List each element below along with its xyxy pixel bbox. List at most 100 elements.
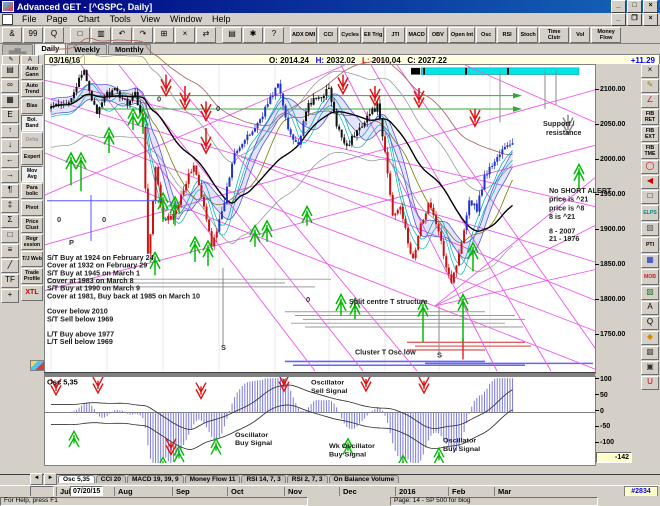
eraser-icon[interactable]: ▨ (641, 222, 659, 236)
study-button-rsi[interactable]: RSI (497, 26, 518, 43)
study-button-osc[interactable]: Osc (476, 26, 497, 43)
menu-help[interactable]: Help (207, 14, 236, 24)
study-tab-rsi-14-7-3[interactable]: RSI 14, 7, 3 (241, 475, 286, 483)
study-tool-auto-gann[interactable]: Auto Gann (21, 64, 43, 80)
study-tab-on-balance-volume[interactable]: On Balance Volume (328, 475, 400, 483)
new-chart-icon[interactable]: □ (70, 26, 90, 43)
scan-icon[interactable]: & (2, 26, 22, 43)
study-tool-price-clust[interactable]: Price Clust (21, 217, 43, 233)
cross-icon[interactable]: + (1, 289, 19, 303)
magnifier-icon[interactable]: Q (641, 316, 659, 330)
menu-page[interactable]: Page (42, 14, 73, 24)
elliott-icon[interactable]: E (1, 109, 19, 123)
delete-chart-icon[interactable]: × (175, 26, 195, 43)
menu-file[interactable]: File (17, 14, 42, 24)
arrow-left-icon[interactable]: ← (1, 154, 19, 168)
pattern-icon[interactable]: ▩ (641, 346, 659, 360)
tab-scroll-left-icon[interactable]: ◄ (30, 473, 43, 485)
swap-chart-icon[interactable]: ⇄ (196, 26, 216, 43)
box-icon[interactable]: □ (1, 229, 19, 243)
fib-ext-button[interactable]: FIB EXT (641, 126, 659, 142)
study-button-time-clstr[interactable]: Time Clstr (539, 26, 570, 43)
auto-study-icon[interactable]: ▦ (1, 94, 19, 108)
trendline-icon[interactable]: ╱ (1, 259, 19, 273)
copy-chart-icon[interactable]: ⊞ (154, 26, 174, 43)
pencil-icon[interactable]: ✎ (641, 79, 659, 93)
minimize-button[interactable]: _ (611, 0, 626, 13)
menu-chart[interactable]: Chart (73, 14, 105, 24)
study-button-vol[interactable]: Vol (570, 26, 591, 43)
study-button-obv[interactable]: OBV (427, 26, 448, 43)
tab-scroll-right-icon[interactable]: ► (44, 473, 57, 485)
study-tool-expert[interactable]: Expert (21, 149, 43, 165)
tick-marks-icon[interactable]: ‡ (1, 199, 19, 213)
sigma-icon[interactable]: Σ (1, 214, 19, 228)
maximize-button[interactable]: □ (627, 0, 642, 13)
study-tool-xtl[interactable]: XTL (21, 285, 43, 301)
study-tool-bol-band[interactable]: Bol. Band (21, 115, 43, 131)
oscillator-canvas[interactable]: OscillatorSell SignalOscillatorBuy Signa… (45, 374, 595, 474)
study-tab-osc-5-35[interactable]: Osc 5,35 (58, 475, 95, 483)
study-tool-bias[interactable]: Bias (21, 98, 43, 114)
study-button-money-flow[interactable]: Money Flow (591, 26, 622, 43)
fib-lines-icon[interactable]: ∠ (641, 94, 659, 108)
mdi-restore-button[interactable]: ❐ (627, 12, 642, 26)
menu-tools[interactable]: Tools (105, 14, 136, 24)
study-tool-delta[interactable]: Delta (21, 132, 43, 148)
study-tool-t-j-web[interactable]: T/J Web (21, 251, 43, 267)
study-tool-pivot[interactable]: Pivot (21, 200, 43, 216)
text-tool-button[interactable]: A (641, 301, 659, 315)
rectangle-icon[interactable]: □ (641, 190, 659, 204)
tips-icon[interactable]: ✱ (243, 26, 263, 43)
chart-page-icon[interactable]: ▤ (1, 64, 19, 78)
oscillator-panel[interactable]: Oscillator Sell Signal Oscillator Buy Signa… (44, 374, 596, 474)
help-icon[interactable]: ? (264, 26, 284, 43)
ellipse-icon[interactable]: ◯ (641, 160, 659, 174)
quotes-icon[interactable]: 99 (23, 26, 43, 43)
glasses-icon[interactable]: ∞ (1, 79, 19, 93)
study-button-cycles[interactable]: Cycles (339, 26, 361, 43)
study-button-macd[interactable]: MACD (406, 26, 427, 43)
close-button[interactable]: × (643, 0, 658, 13)
arrow-right-icon[interactable]: → (1, 169, 19, 183)
splitter-icon[interactable] (30, 360, 45, 371)
next-chart-icon[interactable]: ↷ (133, 26, 153, 43)
timeframe-icon[interactable]: TF (1, 274, 19, 288)
mdi-close-button[interactable]: × (643, 12, 658, 26)
study-tab-cci-20[interactable]: CCI 20 (95, 475, 126, 483)
mdi-minimize-button[interactable]: _ (611, 12, 626, 26)
lines-icon[interactable]: ≡ (1, 244, 19, 258)
tab-chart-thumbnail[interactable]: ▃▅▂ (2, 44, 34, 55)
paint-icon[interactable]: ◆ (641, 331, 659, 345)
study-tab-money-flow-11[interactable]: Money Flow 11 (184, 475, 241, 483)
price-chart-panel[interactable]: S/T Buy at 1924 on February 24 Cover at 1… (44, 37, 612, 374)
study-button-stoch[interactable]: Stoch (518, 26, 539, 43)
study-tool-regr-ession[interactable]: Regr ession (21, 234, 43, 250)
study-button-open-int[interactable]: Open Int (448, 26, 476, 43)
pages-icon[interactable]: ▣ (641, 361, 659, 375)
zoom-icon[interactable]: Q (44, 26, 64, 43)
open-chart-icon[interactable]: ▥ (91, 26, 111, 43)
study-button-jti[interactable]: JTI (385, 26, 406, 43)
menu-window[interactable]: Window (165, 14, 207, 24)
undo-button[interactable]: U (641, 376, 659, 390)
arrow-down-icon[interactable]: ↓ (1, 139, 19, 153)
zoom-chart-icon[interactable]: ▧ (641, 286, 659, 300)
fib-time-button[interactable]: FIB TME (641, 143, 659, 159)
study-button-ell-trig[interactable]: Ell Trig (361, 26, 385, 43)
study-tool-mov-avg[interactable]: Mov Avg (21, 166, 43, 182)
study-tab-macd-19-39-9[interactable]: MACD 19, 39, 9 (126, 475, 184, 483)
study-button-adx-dmi[interactable]: ADX DMI (290, 26, 318, 43)
price-chart-canvas[interactable]: S/T Buy at 1924 on February 24Cover at 1… (44, 37, 612, 372)
expansion-icon[interactable]: ◀ (641, 175, 659, 189)
study-tool-auto-trend[interactable]: Auto Trend (21, 81, 43, 97)
mob-button[interactable]: MOB (641, 269, 659, 285)
fib-ret-button[interactable]: FIB RET (641, 109, 659, 125)
menu-view[interactable]: View (136, 14, 165, 24)
arrow-up-icon[interactable]: ↑ (1, 124, 19, 138)
study-tool-trade-profile[interactable]: Trade Profile (21, 268, 43, 284)
study-tab-rsi-2-7-3[interactable]: RSI 2, 7, 3 (286, 475, 328, 483)
close-tool-icon[interactable]: × (641, 64, 659, 78)
grid-button[interactable]: ▦ (641, 254, 659, 268)
mdi-document-icon[interactable] (2, 13, 13, 25)
